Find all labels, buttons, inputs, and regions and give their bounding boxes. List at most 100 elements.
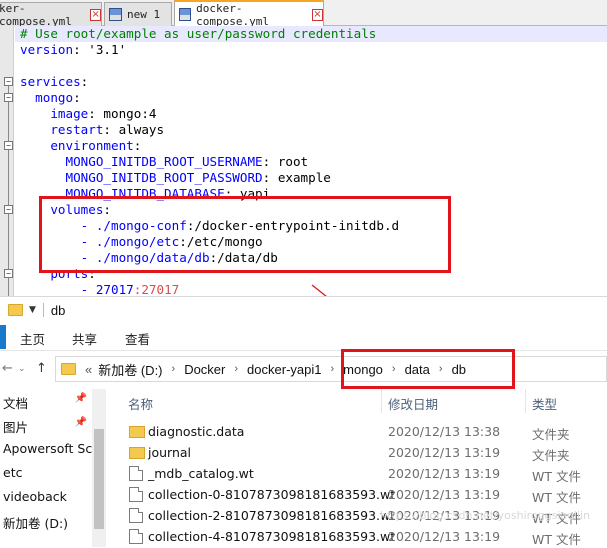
editor-tab-bar: ker-compose.yml × new 1 docker-compose.y… [0, 0, 607, 28]
chevron-down-icon[interactable]: ▼ [29, 305, 36, 315]
breadcrumb-drive[interactable]: 新加卷 (D:) [98, 360, 162, 379]
address-row: ← ⌄ ↑ « 新加卷 (D:) › Docker › docker-yapi1… [0, 349, 607, 389]
file-type: WT 文件 [532, 469, 581, 484]
code-token: - 27017 [20, 282, 134, 296]
column-divider[interactable] [525, 389, 526, 413]
nav-item-videoback[interactable]: videoback [3, 489, 67, 504]
annotation-box-volumes [39, 196, 451, 273]
file-date: 2020/12/13 13:19 [388, 487, 501, 502]
nav-item-etc[interactable]: etc [3, 465, 22, 480]
file-name: journal [148, 445, 192, 460]
nav-item-pictures[interactable]: 图片 📌 [3, 417, 91, 436]
code-token: : [103, 122, 119, 137]
column-header-date[interactable]: 修改日期 [388, 394, 438, 413]
file-icon [129, 487, 143, 502]
file-icon [129, 529, 143, 544]
file-row[interactable]: diagnostic.data 2020/12/13 13:38 文件夹 [106, 421, 607, 442]
ribbon-tab-view[interactable]: 查看 [125, 329, 150, 348]
chevron-down-icon[interactable]: ⌄ [18, 364, 26, 374]
file-row[interactable]: _mdb_catalog.wt 2020/12/13 13:19 WT 文件 [106, 463, 607, 484]
code-token: '3.1' [88, 42, 127, 57]
code-token: environment [20, 138, 134, 153]
tab-docker-compose-1[interactable]: ker-compose.yml × [0, 1, 102, 28]
annotation-box-path [341, 349, 515, 389]
tab-label: docker-compose.yml [196, 1, 269, 28]
chevron-right-icon[interactable]: › [234, 363, 238, 375]
breadcrumb-docker-yapi1[interactable]: docker-yapi1 [247, 362, 321, 377]
breadcrumb-overflow[interactable]: « [85, 362, 92, 377]
folder-icon [129, 426, 145, 438]
up-arrow-icon[interactable]: ↑ [36, 361, 47, 376]
ribbon-tabs: 主页 共享 查看 [0, 323, 607, 351]
code-token: :27017 [133, 282, 180, 296]
window-title: db [50, 302, 66, 318]
nav-item-apowersoft[interactable]: Apowersoft Scr [3, 441, 97, 456]
watermark: https://blog.csdn.net/yoshiroggsiaoliin [380, 509, 591, 522]
code-line: # Use root/example as user/password cred… [15, 26, 607, 42]
file-row[interactable]: journal 2020/12/13 13:19 文件夹 [106, 442, 607, 463]
folder-icon [61, 363, 76, 375]
file-date: 2020/12/13 13:19 [388, 529, 501, 544]
file-type: WT 文件 [532, 490, 581, 505]
fold-gutter: − − − − − [0, 26, 14, 296]
close-icon[interactable]: × [90, 8, 101, 21]
tab-new-1[interactable]: new 1 [104, 2, 172, 26]
ribbon-tab-share[interactable]: 共享 [72, 329, 97, 348]
column-divider[interactable] [381, 389, 382, 413]
chevron-right-icon[interactable]: › [330, 363, 334, 375]
nav-item-drive-d[interactable]: 新加卷 (D:) [3, 513, 68, 532]
code-token: # Use root/example as user/password cred… [20, 26, 377, 41]
code-token: restart [20, 122, 104, 137]
tab-docker-compose-active[interactable]: docker-compose.yml × [174, 0, 324, 28]
back-arrow-icon[interactable]: ← [2, 361, 13, 376]
column-header-name[interactable]: 名称 [128, 394, 153, 413]
code-token: services [20, 74, 81, 89]
folder-icon [8, 304, 23, 316]
fold-toggle-icon[interactable]: − [4, 205, 13, 214]
file-date: 2020/12/13 13:19 [388, 445, 501, 460]
code-token: : [80, 74, 89, 89]
file-date: 2020/12/13 13:38 [388, 424, 501, 439]
file-row[interactable]: collection-0-8107873098181683593.wt 2020/… [106, 484, 607, 505]
file-type: 文件夹 [532, 427, 570, 442]
folder-icon [129, 447, 145, 459]
code-line: - 27017:27017 [20, 282, 180, 296]
code-token: : [73, 42, 89, 57]
file-name: collection-0-8107873098181683593.wt [148, 487, 396, 502]
tab-label: ker-compose.yml [0, 1, 72, 28]
code-line: version: '3.1' [20, 42, 126, 58]
breadcrumb-docker[interactable]: Docker [184, 362, 225, 377]
fold-toggle-icon[interactable]: − [4, 77, 13, 86]
code-line: mongo: [20, 90, 81, 106]
file-name: collection-2-8107873098181683593.wt [148, 508, 396, 523]
code-token: MONGO_INITDB_ROOT_PASSWORD [20, 170, 263, 185]
divider [42, 303, 44, 317]
column-header-row: 名称 修改日期 类型 [0, 389, 607, 413]
file-name: collection-4-8107873098181683593.wt [148, 529, 396, 544]
fold-toggle-icon[interactable]: − [4, 93, 13, 102]
fold-toggle-icon[interactable]: − [4, 141, 13, 150]
code-token: example [277, 170, 331, 185]
file-row[interactable]: collection-4-8107873098181683593.wt 2020/… [106, 526, 607, 547]
close-icon[interactable]: × [311, 8, 324, 21]
pin-icon[interactable]: 📌 [75, 417, 87, 428]
file-type: WT 文件 [532, 532, 581, 547]
code-token: mongo:4 [103, 106, 157, 121]
fold-toggle-icon[interactable]: − [4, 269, 13, 278]
nav-item-label: 图片 [3, 420, 29, 435]
scrollbar-thumb[interactable] [94, 429, 104, 529]
column-header-type[interactable]: 类型 [532, 394, 557, 413]
code-token: MONGO_INITDB_ROOT_USERNAME [20, 154, 263, 169]
file-menu-edge[interactable] [0, 325, 6, 349]
code-token: mongo [20, 90, 74, 105]
code-token: always [118, 122, 165, 137]
ribbon-tab-home[interactable]: 主页 [20, 329, 45, 348]
file-icon [129, 466, 143, 481]
chevron-right-icon[interactable]: › [172, 363, 176, 375]
file-date: 2020/12/13 13:19 [388, 466, 501, 481]
code-token: : [133, 138, 142, 153]
code-line: environment: [20, 138, 141, 154]
file-name: diagnostic.data [148, 424, 245, 439]
address-bar[interactable]: « 新加卷 (D:) › Docker › docker-yapi1 › mon… [55, 356, 607, 382]
file-type: 文件夹 [532, 448, 570, 463]
